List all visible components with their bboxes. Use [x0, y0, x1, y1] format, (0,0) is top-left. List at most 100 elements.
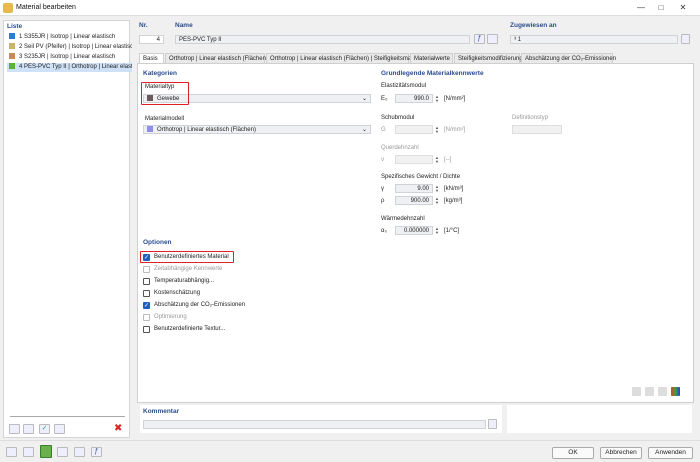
- new-material-icon[interactable]: [9, 424, 20, 434]
- comment-label: Kommentar: [143, 408, 180, 415]
- materialmodell-swatch: [147, 126, 153, 132]
- properties-header: Grundlegende Materialkennwerte: [381, 70, 484, 77]
- comment-library-icon[interactable]: [488, 419, 497, 429]
- list-item[interactable]: 4 PES-PVC Typ II | Orthotrop | Linear el…: [7, 63, 132, 72]
- window-title: Material bearbeiten: [16, 4, 76, 11]
- e-symbol: E₀: [381, 96, 388, 102]
- materialmodell-label: Materialmodell: [145, 116, 185, 122]
- alpha-spinner[interactable]: ▲ ▼: [435, 227, 439, 235]
- list-item-label: 4 PES-PVC Typ II | Orthotrop | Linear el…: [19, 64, 132, 70]
- select-objects-icon[interactable]: [681, 34, 690, 44]
- search-icon[interactable]: [6, 447, 17, 457]
- rho-symbol: ρ: [381, 198, 385, 204]
- poisson-label: Querdehnzahl: [381, 145, 419, 151]
- app-icon: [3, 3, 13, 13]
- list-item-label: 2 Seil PV (Pfeifer) | Isotrop | Linear e…: [19, 44, 132, 50]
- nu-spinner: ▲ ▼: [435, 155, 439, 164]
- check-icon[interactable]: ✓: [39, 424, 50, 434]
- ok-button[interactable]: OK: [552, 447, 594, 459]
- gamma-spinner[interactable]: ▲ ▼: [435, 185, 439, 193]
- option-checkbox: [143, 314, 150, 321]
- chevron-down-icon: ⌄: [361, 127, 367, 133]
- material-color-swatch: [9, 53, 15, 59]
- cancel-button[interactable]: Abbrechen: [600, 447, 642, 459]
- assigned-label: Zugewiesen an: [510, 22, 557, 29]
- nu-unit: [--]: [444, 157, 452, 163]
- rho-spinner[interactable]: ▲ ▼: [435, 197, 439, 205]
- nu-symbol: ν: [381, 157, 384, 163]
- alpha-field[interactable]: 0.000000: [395, 226, 433, 235]
- option-checkbox[interactable]: [143, 290, 150, 297]
- tab-4[interactable]: Steifigkeitsmodifizierung: [454, 53, 523, 63]
- list-item[interactable]: 3 S235JR | Isotrop | Linear elastisch: [7, 53, 132, 62]
- weight-density-label: Spezifisches Gewicht / Dichte: [381, 174, 461, 180]
- function-icon[interactable]: ƒ: [91, 447, 102, 457]
- comment-field[interactable]: [143, 420, 486, 429]
- tab-1[interactable]: Orthotrop | Linear elastisch (Flächen): [165, 53, 268, 63]
- g-unit: [N/mm²]: [444, 127, 466, 133]
- export-icon[interactable]: [658, 387, 667, 396]
- info-icon[interactable]: [74, 447, 85, 457]
- properties-panel: Grundlegende Materialkennwerte Elastizit…: [378, 66, 692, 402]
- option-label: Abschätzung der CO₂-Emissionen: [154, 302, 246, 308]
- close-icon[interactable]: ✕: [676, 2, 690, 14]
- gamma-unit: [kN/m³]: [444, 186, 464, 192]
- footer-divider: [0, 440, 700, 441]
- name-field[interactable]: PES-PVC Typ II: [175, 35, 470, 44]
- color-palette-icon[interactable]: [671, 387, 680, 396]
- alpha-symbol: α₀: [381, 228, 387, 234]
- color-icon[interactable]: [40, 445, 52, 458]
- nr-field[interactable]: 4: [139, 35, 164, 44]
- e-unit: [N/mm²]: [444, 96, 466, 102]
- materialmodell-select[interactable]: Orthotrop | Linear elastisch (Flächen) ⌄: [143, 125, 371, 134]
- gamma-field[interactable]: 9.00: [395, 184, 433, 193]
- option-label: Optimierung: [154, 314, 187, 320]
- definition-type-label: Definitionstyp: [512, 115, 549, 121]
- maximize-icon[interactable]: □: [654, 2, 668, 14]
- copy-material-icon[interactable]: [23, 424, 34, 434]
- option-checkbox[interactable]: ✓: [143, 302, 150, 309]
- list-item[interactable]: 1 S355JR | Isotrop | Linear elastisch: [7, 33, 132, 42]
- tab-2[interactable]: Orthotrop | Linear elastisch (Flächen) |…: [266, 53, 419, 63]
- comment-panel: Kommentar: [140, 405, 502, 433]
- material-color-swatch: [9, 33, 15, 39]
- nr-label: Nr.: [139, 22, 148, 29]
- rho-unit: [kg/m³]: [444, 198, 463, 204]
- list-item-label: 1 S355JR | Isotrop | Linear elastisch: [19, 34, 116, 40]
- assigned-field[interactable]: ³ 1: [510, 35, 678, 44]
- e-spinner[interactable]: ▲ ▼: [435, 95, 439, 103]
- list-item[interactable]: 2 Seil PV (Pfeifer) | Isotrop | Linear e…: [7, 43, 132, 52]
- library-icon[interactable]: [487, 34, 498, 44]
- edit-name-icon[interactable]: ƒ: [474, 34, 485, 44]
- option-checkbox[interactable]: [143, 326, 150, 333]
- custom-material-highlight: [140, 251, 234, 263]
- tab-3[interactable]: Materialwerte: [410, 53, 453, 63]
- categories-header: Kategorien: [143, 70, 177, 77]
- rho-field[interactable]: 900.00: [395, 196, 433, 205]
- nr-panel: Nr. 4: [136, 20, 166, 47]
- options-header: Optionen: [143, 239, 172, 246]
- g-field: [395, 125, 433, 134]
- units-icon[interactable]: [23, 447, 34, 457]
- material-color-swatch: [9, 43, 15, 49]
- tab-5[interactable]: Abschätzung der CO₂-Emissionen: [521, 53, 616, 63]
- filter-list-icon[interactable]: [54, 424, 65, 434]
- help-icon[interactable]: [57, 447, 68, 457]
- pin-icon[interactable]: [632, 387, 641, 396]
- e-modulus-field[interactable]: 990.0: [395, 94, 433, 103]
- option-checkbox[interactable]: [143, 278, 150, 285]
- minimize-icon[interactable]: —: [634, 2, 648, 14]
- option-label: Zeitabhängige Kennwerte: [154, 266, 223, 272]
- list-item-label: 3 S235JR | Isotrop | Linear elastisch: [19, 54, 116, 60]
- material-list-panel: Liste 1 S355JR | Isotrop | Linear elasti…: [3, 20, 132, 438]
- thermal-expansion-label: Wärmedehnzahl: [381, 216, 425, 222]
- g-symbol: G: [381, 127, 386, 133]
- material-color-swatch: [9, 63, 15, 69]
- materialmodell-value: Orthotrop | Linear elastisch (Flächen): [157, 127, 256, 133]
- table-icon[interactable]: [645, 387, 654, 396]
- tab-0[interactable]: Basis: [139, 53, 164, 63]
- list-scrollbar[interactable]: [10, 416, 125, 417]
- delete-icon[interactable]: ✖: [114, 423, 122, 434]
- apply-button[interactable]: Anwenden: [648, 447, 693, 459]
- title-bar: Material bearbeiten — □ ✕: [0, 0, 700, 16]
